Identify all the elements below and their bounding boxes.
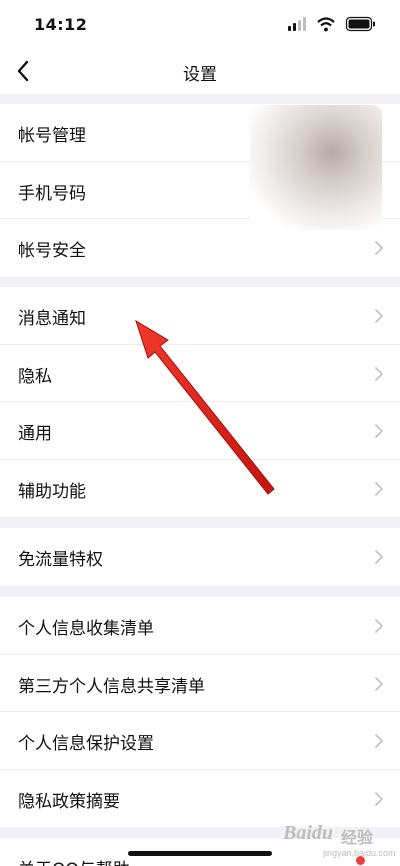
battery-icon — [345, 16, 375, 32]
wifi-icon — [317, 17, 335, 32]
settings-row-info-protection-settings[interactable]: 个人信息保护设置 — [0, 712, 400, 770]
row-label: 消息通知 — [18, 309, 86, 329]
blurred-avatar — [250, 105, 382, 230]
row-label: 个人信息收集清单 — [18, 619, 154, 639]
row-label: 隐私 — [18, 366, 52, 387]
row-label: 帐号管理 — [18, 126, 86, 146]
chevron-right-icon — [375, 734, 383, 748]
row-label: 帐号安全 — [18, 241, 86, 261]
nav-bar: 设置 — [0, 48, 400, 94]
settings-row-privacy[interactable]: 隐私 — [0, 345, 400, 402]
watermark-url: jingyan.baidu.com — [323, 848, 396, 858]
page-title: 设置 — [183, 65, 217, 85]
row-label: 个人信息保护设置 — [18, 734, 154, 754]
settings-group-personal-info: 个人信息收集清单 第三方个人信息共享清单 个人信息保护设置 隐私政策摘要 — [0, 597, 400, 827]
status-time: 14:12 — [34, 15, 88, 34]
watermark-brand: Baidu — [283, 822, 334, 844]
settings-row-accessibility[interactable]: 辅助功能 — [0, 460, 400, 518]
signal-icon — [288, 17, 306, 31]
settings-row-privacy-policy-summary[interactable]: 隐私政策摘要 — [0, 770, 400, 828]
row-label: 关于QQ与帮助 — [18, 855, 130, 866]
chevron-right-icon — [375, 676, 383, 691]
watermark-cn: 经验 — [341, 830, 374, 847]
chevron-right-icon — [375, 619, 383, 633]
settings-row-general[interactable]: 通用 — [0, 402, 400, 460]
settings-row-free-data[interactable]: 免流量特权 — [0, 528, 400, 586]
settings-group-data: 免流量特权 — [0, 528, 400, 586]
chevron-right-icon — [375, 366, 383, 381]
row-label: 手机号码 — [18, 183, 86, 204]
row-label: 通用 — [18, 424, 52, 444]
row-label: 隐私政策摘要 — [18, 791, 120, 812]
chevron-right-icon — [375, 550, 383, 564]
chevron-right-icon — [375, 791, 383, 806]
row-label: 第三方个人信息共享清单 — [18, 676, 205, 697]
status-icons — [288, 16, 375, 32]
settings-row-info-collection-list[interactable]: 个人信息收集清单 — [0, 597, 400, 655]
chevron-right-icon — [375, 424, 383, 438]
status-bar: 14:12 — [0, 0, 400, 48]
chevron-right-icon — [375, 241, 383, 255]
watermark-logo: Baidu 经验 jingyan.baidu.com — [283, 822, 398, 862]
home-indicator[interactable] — [128, 851, 272, 856]
settings-row-third-party-sharing-list[interactable]: 第三方个人信息共享清单 — [0, 655, 400, 712]
chevron-right-icon — [375, 481, 383, 496]
row-label: 免流量特权 — [18, 550, 103, 570]
settings-row-notifications[interactable]: 消息通知 — [0, 287, 400, 345]
chevron-right-icon — [375, 309, 383, 323]
row-label: 辅助功能 — [18, 481, 86, 502]
settings-group-general: 消息通知 隐私 通用 辅助功能 — [0, 287, 400, 517]
